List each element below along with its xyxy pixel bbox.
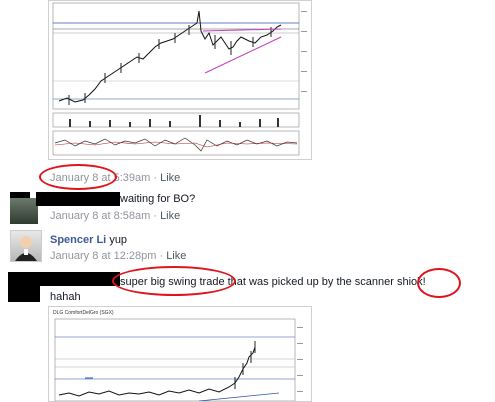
comment-3-meta: January 8 at 12:28pm · Like (50, 250, 186, 262)
comment-3-text: yup (109, 234, 128, 246)
comment-2-meta: January 8 at 8:58am · Like (50, 210, 180, 222)
annotation-circle-date (39, 164, 117, 190)
avatar[interactable] (10, 198, 38, 224)
redacted-author-name (36, 192, 120, 206)
comment-4-text-line-2: hahah (50, 291, 81, 303)
annotation-circle-swing-trade (112, 266, 236, 296)
comment-2-text: waiting for BO? (120, 193, 196, 205)
comment-4-text-part-2: that was picked up by the scanner (224, 276, 397, 288)
comment-2-like-link[interactable]: Like (160, 210, 180, 222)
comment-1-like-link[interactable]: Like (160, 172, 180, 184)
chart-2-header: DLG ComfortDelGro (SGX) (53, 310, 114, 316)
chart-image-bottom[interactable]: DLG ComfortDelGro (SGX) (48, 306, 312, 402)
comment-3-timestamp[interactable]: January 8 at 12:28pm · (50, 250, 166, 262)
redacted-author-name (40, 272, 120, 286)
chart-image-top[interactable] (48, 0, 312, 160)
comment-2-timestamp[interactable]: January 8 at 8:58am · (50, 210, 160, 222)
annotation-circle-shiok (417, 268, 461, 298)
comment-3-line: Spencer Li yup (50, 234, 127, 246)
candlestick-chart-bottom: DLG ComfortDelGro (SGX) (49, 307, 311, 401)
author-name-link[interactable]: Spencer Li (50, 234, 106, 246)
redacted-avatar (8, 272, 40, 302)
person-icon (15, 236, 37, 261)
avatar[interactable] (10, 230, 42, 262)
candlestick-chart-top (49, 1, 311, 159)
comment-3-like-link[interactable]: Like (166, 250, 186, 262)
